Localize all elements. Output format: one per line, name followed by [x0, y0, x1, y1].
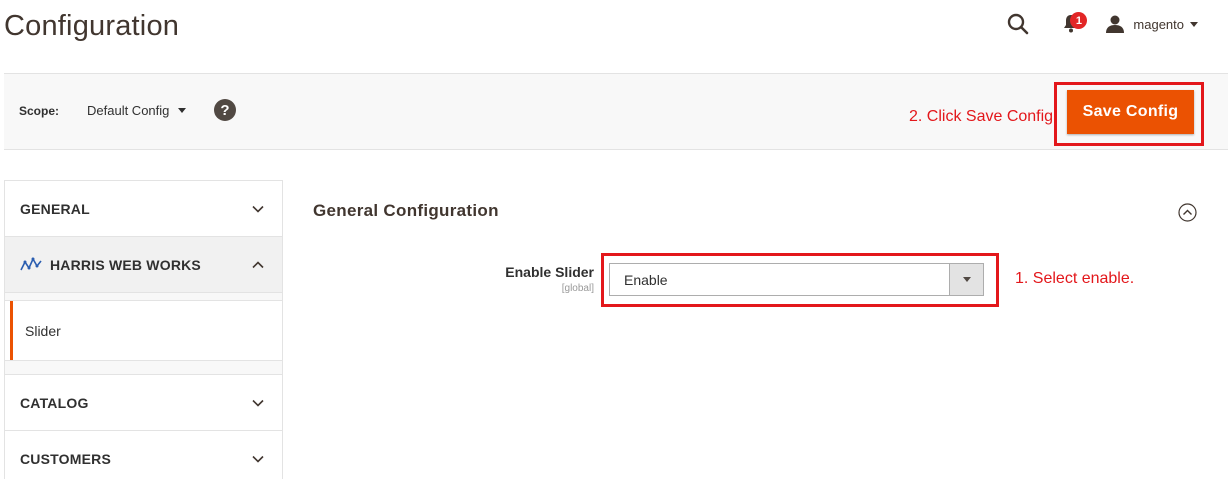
- select-value: Enable: [624, 271, 668, 288]
- scope-value: Default Config: [87, 103, 170, 118]
- notifications-count-badge: 1: [1070, 12, 1088, 29]
- tab-separator: [5, 360, 282, 374]
- tab-label: CUSTOMERS: [20, 450, 111, 467]
- chevron-down-icon: [962, 277, 971, 282]
- chevron-up-icon: [252, 260, 264, 268]
- scope-switcher[interactable]: Default Config: [87, 103, 187, 118]
- tab-items-harris-web-works: Slider: [5, 300, 282, 360]
- annotation-save-step: 2. Click Save Config: [909, 108, 1054, 125]
- search-icon: [1008, 13, 1029, 35]
- page-actions-bar: Scope: Default Config ? 2. Click Save Co…: [4, 73, 1228, 150]
- field-scope-hint: [global]: [561, 283, 594, 294]
- sidebar-item-label: Slider: [25, 322, 61, 339]
- header-actions: 1 magento: [1005, 10, 1198, 38]
- user-name: magento: [1133, 16, 1184, 32]
- chevron-down-icon: [252, 399, 264, 407]
- scope-label: Scope:: [19, 104, 60, 118]
- chevron-down-icon: [1190, 21, 1198, 27]
- annotation-select-step: 1. Select enable.: [1015, 270, 1135, 287]
- select-toggle[interactable]: [949, 264, 983, 295]
- collapse-circle-icon[interactable]: [1178, 203, 1197, 222]
- help-icon[interactable]: ?: [214, 99, 236, 121]
- chevron-down-icon: [252, 205, 264, 213]
- tab-separator: [5, 292, 282, 300]
- enable-slider-label: Enable Slider: [505, 264, 594, 280]
- enable-slider-select[interactable]: Enable: [609, 263, 984, 296]
- config-sidebar: GENERAL HARRIS WEB WORKS Slider CATALOG …: [4, 180, 283, 479]
- tab-customers[interactable]: CUSTOMERS: [5, 430, 282, 479]
- save-config-button[interactable]: Save Config: [1067, 90, 1194, 134]
- harris-logo-icon: [20, 256, 42, 270]
- notifications-button[interactable]: 1: [1057, 11, 1088, 37]
- section-title[interactable]: General Configuration: [313, 201, 499, 221]
- global-search-button[interactable]: [1005, 11, 1031, 37]
- tab-harris-web-works[interactable]: HARRIS WEB WORKS: [5, 236, 282, 292]
- tab-catalog[interactable]: CATALOG: [5, 374, 282, 430]
- tab-label: HARRIS WEB WORKS: [50, 256, 201, 273]
- tab-general[interactable]: GENERAL: [5, 180, 282, 236]
- chevron-down-icon: [178, 108, 187, 113]
- page-title: Configuration: [4, 10, 180, 42]
- tab-label: GENERAL: [20, 200, 90, 217]
- user-icon: [1106, 15, 1125, 33]
- sidebar-item-slider[interactable]: Slider: [5, 300, 282, 360]
- chevron-down-icon: [252, 455, 264, 463]
- admin-user-menu[interactable]: magento: [1105, 15, 1198, 33]
- tab-label: CATALOG: [20, 394, 89, 411]
